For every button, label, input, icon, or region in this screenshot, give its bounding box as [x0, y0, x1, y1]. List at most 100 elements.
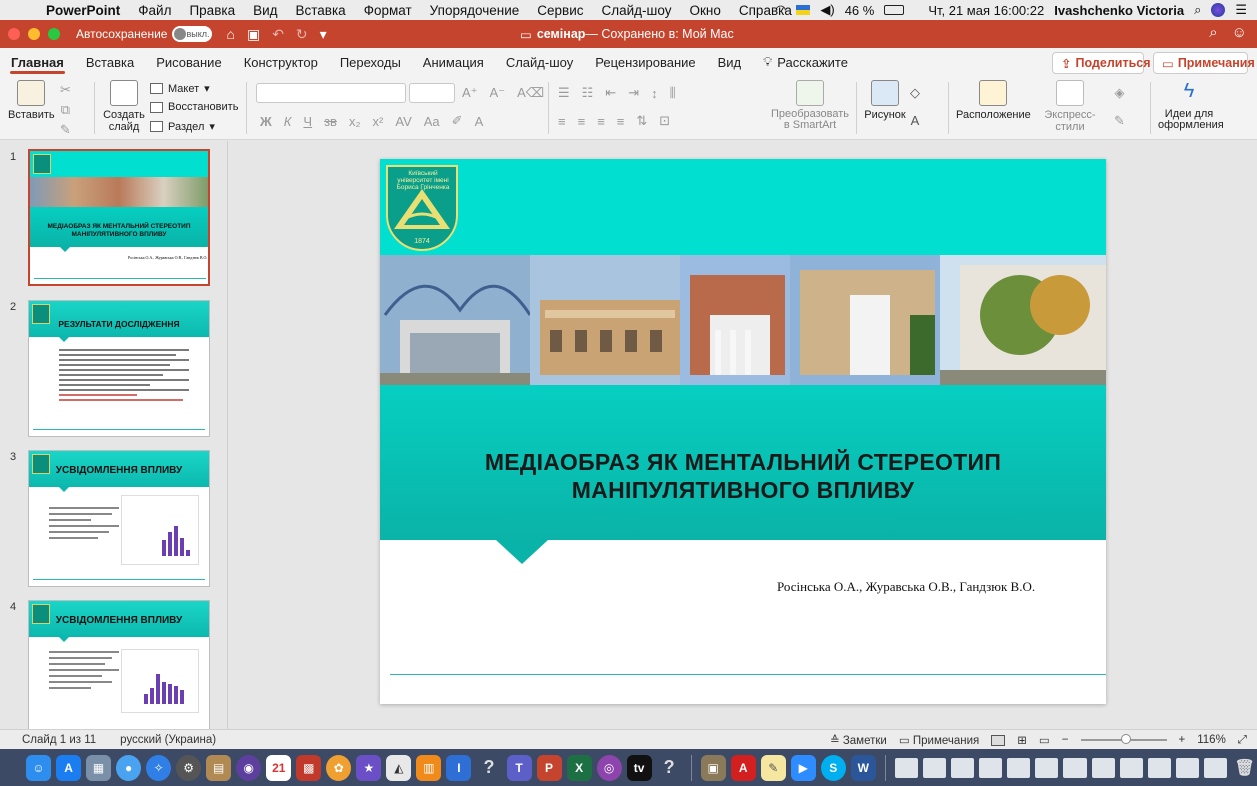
word-icon[interactable]: W: [850, 754, 876, 781]
tab-view[interactable]: Вид: [707, 48, 753, 76]
tab-design[interactable]: Конструктор: [233, 48, 329, 76]
minimize-window-icon[interactable]: [28, 28, 40, 40]
menu-window[interactable]: Окно: [681, 3, 730, 18]
normal-view-icon[interactable]: [991, 734, 1006, 746]
redo-icon[interactable]: ↻: [296, 26, 308, 43]
dock-document-thumbnail[interactable]: [1035, 757, 1059, 778]
acrobat-icon[interactable]: A: [730, 754, 756, 781]
line-spacing-icon[interactable]: ↕: [651, 86, 658, 101]
control-center-icon[interactable]: ☰: [1235, 2, 1247, 18]
justify-icon[interactable]: ≡: [617, 114, 625, 129]
outdent-icon[interactable]: ⇤: [605, 85, 616, 101]
textedit-icon[interactable]: ✎: [760, 754, 786, 781]
dock-document-thumbnail[interactable]: [1119, 757, 1143, 778]
flag-icon[interactable]: [796, 5, 811, 15]
dock-document-thumbnail[interactable]: [1204, 757, 1228, 778]
safari-icon[interactable]: ✧: [146, 754, 172, 781]
messages-icon[interactable]: ●: [116, 754, 142, 781]
instruments-icon[interactable]: I: [446, 754, 472, 781]
home-icon[interactable]: ⌂: [226, 26, 234, 43]
change-case-icon[interactable]: Aa: [424, 114, 440, 129]
zoom-window-icon[interactable]: [48, 28, 60, 40]
campus-photo-collage[interactable]: [380, 255, 1106, 385]
slide-canvas[interactable]: Київський університет імені Бориса Грінч…: [229, 141, 1257, 729]
system-preferences-icon[interactable]: ⚙: [176, 754, 202, 781]
slide-thumbnail-1[interactable]: МЕДІАОБРАЗ ЯК МЕНТАЛЬНИЙ СТЕРЕОТИП МАНІП…: [28, 149, 210, 286]
comments-status-button[interactable]: ▭ Примечания: [899, 733, 979, 747]
zoom-in-icon[interactable]: +: [1179, 734, 1186, 746]
zoom-out-icon[interactable]: −: [1062, 734, 1069, 746]
siri-icon[interactable]: [1211, 3, 1226, 17]
design-ideas-button[interactable]: ϟ Идеи для оформления: [1158, 80, 1224, 131]
language-indicator[interactable]: русский (Украина): [120, 734, 216, 746]
siri-dock-icon[interactable]: ◉: [236, 754, 262, 781]
numbering-icon[interactable]: ☷: [582, 85, 594, 101]
unknown-app-icon[interactable]: ?: [657, 755, 682, 781]
photos-icon[interactable]: ✿: [326, 754, 352, 781]
slide-thumbnail-4[interactable]: УСВІДОМЛЕННЯ ВПЛИВУ: [28, 600, 210, 729]
layout-button[interactable]: Макет ▾: [150, 82, 210, 95]
trash-icon[interactable]: 🗑︎: [1232, 755, 1257, 781]
dock-document-thumbnail[interactable]: [1091, 757, 1115, 778]
shape-outline-icon[interactable]: ✎: [1114, 113, 1125, 129]
reset-button[interactable]: Восстановить: [150, 101, 238, 113]
arrange-button[interactable]: Расположение: [956, 80, 1031, 121]
highlight-icon[interactable]: ✐: [452, 113, 463, 129]
comments-button[interactable]: ▭ Примечания: [1153, 52, 1255, 74]
font-size-select[interactable]: [409, 83, 455, 103]
dock-document-thumbnail[interactable]: [1063, 757, 1087, 778]
menu-view[interactable]: Вид: [244, 3, 286, 18]
photo-booth-icon[interactable]: ▩: [296, 754, 322, 781]
tab-insert[interactable]: Вставка: [75, 48, 145, 76]
font-color-icon[interactable]: A: [475, 114, 484, 129]
align-left-icon[interactable]: ≡: [558, 114, 566, 129]
tell-me[interactable]: 💡︎ Расскажите: [752, 48, 859, 76]
autosave-toggle[interactable]: выкл.: [172, 26, 213, 42]
customize-toolbar-icon[interactable]: ▾: [320, 26, 327, 43]
user-name[interactable]: Ivashchenko Victoria: [1054, 3, 1184, 18]
bold-icon[interactable]: Ж: [260, 114, 272, 129]
menu-edit[interactable]: Правка: [180, 3, 244, 18]
share-button[interactable]: ⇪ Поделиться: [1052, 52, 1151, 74]
tab-slideshow[interactable]: Слайд-шоу: [495, 48, 584, 76]
books-icon[interactable]: ▥: [416, 754, 442, 781]
quick-styles-button[interactable]: Экспресс-стили: [1030, 80, 1110, 133]
dock-document-thumbnail[interactable]: [951, 757, 975, 778]
zoom-slider[interactable]: [1080, 734, 1167, 744]
decrease-font-icon[interactable]: A⁻: [490, 85, 506, 101]
copy-icon[interactable]: ⧉: [61, 102, 70, 118]
document-status[interactable]: — Сохранено в: Мой Mac: [585, 27, 733, 41]
underline-icon[interactable]: Ч: [303, 114, 312, 129]
textbox-icon[interactable]: A: [911, 113, 920, 128]
battery-icon[interactable]: [884, 5, 905, 15]
strikethrough-icon[interactable]: зв: [324, 114, 337, 129]
dock-document-thumbnail[interactable]: [979, 757, 1003, 778]
dock-document-thumbnail[interactable]: [922, 757, 947, 778]
shape-fill-icon[interactable]: ◈: [1114, 85, 1124, 101]
apple-tv-icon[interactable]: tv: [626, 754, 652, 781]
menu-tools[interactable]: Сервис: [528, 3, 592, 18]
fit-to-window-icon[interactable]: ⤢: [1238, 734, 1247, 747]
excel-icon[interactable]: X: [566, 754, 592, 781]
clock[interactable]: Чт, 21 мая 16:00:22: [928, 3, 1044, 18]
menu-file[interactable]: Файл: [129, 3, 180, 18]
menu-arrange[interactable]: Упорядочение: [421, 3, 529, 18]
paste-button[interactable]: Вставить: [8, 80, 55, 121]
increase-font-icon[interactable]: A⁺: [462, 85, 478, 101]
volume-icon[interactable]: ◀): [820, 2, 834, 18]
university-logo[interactable]: Київський університет імені Бориса Грінч…: [386, 165, 458, 251]
align-text-icon[interactable]: ⊡: [659, 113, 670, 129]
finder-icon[interactable]: ☺: [26, 754, 52, 781]
clear-format-icon[interactable]: A⌫: [517, 85, 544, 101]
preview-icon[interactable]: ▦: [86, 754, 112, 781]
spacing-icon[interactable]: AV: [395, 114, 411, 129]
maps-icon[interactable]: ◭: [386, 754, 412, 781]
text-direction-icon[interactable]: ⇅: [636, 113, 647, 129]
undo-icon[interactable]: ↶: [272, 26, 284, 43]
calendar-icon[interactable]: 21: [266, 754, 292, 781]
archive-utility-icon[interactable]: ▣: [700, 754, 726, 781]
zoom-slider-thumb[interactable]: [1120, 734, 1131, 744]
zoom-app-icon[interactable]: ▶: [790, 754, 816, 781]
columns-icon[interactable]: ⫼: [670, 85, 676, 101]
dock-document-thumbnail[interactable]: [1175, 757, 1200, 778]
